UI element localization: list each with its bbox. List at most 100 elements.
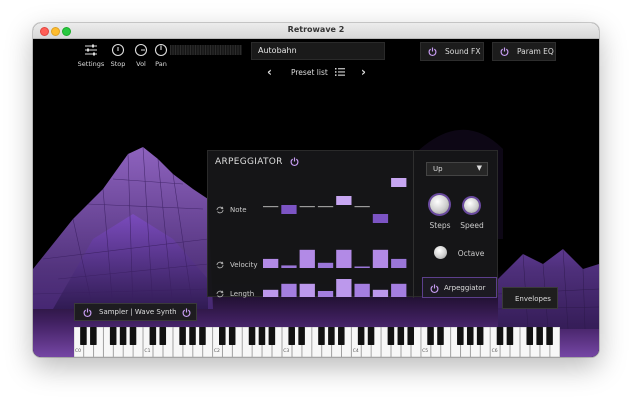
piano-keyboard[interactable]: C0 C1 C2 C3 C4 C5 C6 [73, 326, 560, 357]
preset-name: Autobahn [258, 46, 297, 55]
black-key[interactable] [109, 327, 117, 345]
black-key[interactable] [357, 327, 365, 345]
black-key[interactable] [189, 327, 196, 345]
sound-fx-label: Sound FX [445, 47, 481, 56]
black-key[interactable] [90, 327, 97, 345]
black-key[interactable] [526, 327, 534, 345]
direction-dropdown[interactable]: Up ▼ [426, 162, 488, 176]
length-step-bar[interactable] [281, 283, 297, 297]
note-step-rest[interactable] [354, 206, 370, 208]
black-key[interactable] [397, 327, 405, 345]
octave-label: C2 [213, 349, 220, 354]
black-key[interactable] [129, 327, 137, 345]
settings-label: Settings [77, 60, 105, 68]
black-key[interactable] [387, 327, 395, 345]
black-key[interactable] [338, 327, 345, 345]
note-step-bar[interactable] [281, 205, 297, 214]
black-key[interactable] [437, 327, 444, 345]
velocity-step-bar[interactable] [336, 249, 352, 268]
title-bar: Retrowave 2 [33, 23, 599, 39]
next-preset-chevron-icon[interactable]: › [361, 65, 366, 79]
sliders-icon [85, 44, 97, 56]
param-eq-button[interactable]: Param EQ [492, 42, 556, 61]
note-step-bar[interactable] [336, 196, 352, 205]
length-step-bar[interactable] [372, 289, 389, 297]
sampler-label: Sampler | Wave Synth [99, 308, 177, 316]
black-key[interactable] [457, 327, 464, 345]
note-step-bar[interactable] [372, 214, 389, 223]
length-step-bar[interactable] [299, 283, 315, 297]
level-meter [170, 45, 242, 55]
black-key[interactable] [179, 327, 186, 345]
note-step-bar[interactable] [391, 178, 407, 187]
power-icon[interactable] [182, 308, 191, 317]
dropdown-arrow-icon: ▼ [476, 164, 482, 172]
octave-label: C6 [491, 349, 498, 354]
velocity-step-bar[interactable] [391, 258, 407, 268]
pan-label: Pan [155, 60, 167, 68]
black-key[interactable] [268, 327, 276, 345]
note-step-rest[interactable] [317, 206, 334, 208]
velocity-step-bar[interactable] [317, 262, 334, 268]
velocity-step-bar[interactable] [354, 266, 370, 269]
black-key[interactable] [546, 327, 553, 345]
black-key[interactable] [328, 327, 335, 345]
speed-label: Speed [460, 221, 484, 230]
note-step-rest[interactable] [299, 206, 315, 208]
black-key[interactable] [149, 327, 157, 345]
arpeggiator-step-grid[interactable] [208, 151, 413, 298]
black-key[interactable] [199, 327, 206, 345]
envelopes-tab[interactable]: Envelopes [502, 287, 558, 309]
length-step-bar[interactable] [317, 291, 334, 297]
note-step-rest[interactable] [263, 206, 279, 208]
length-step-bar[interactable] [336, 279, 352, 297]
octave-label: C4 [352, 349, 359, 354]
black-key[interactable] [119, 327, 127, 345]
black-key[interactable] [407, 327, 415, 345]
arpeggiator-tab[interactable]: Arpeggiator [422, 277, 497, 298]
black-key[interactable] [288, 327, 295, 345]
black-key[interactable] [466, 327, 474, 345]
sampler-wave-synth-bar[interactable]: Sampler | Wave Synth [74, 303, 197, 321]
preset-list-label[interactable]: Preset list [291, 68, 328, 77]
octave-label: C1 [144, 349, 151, 354]
octave-label: C3 [283, 349, 290, 354]
black-key[interactable] [248, 327, 256, 345]
black-key[interactable] [228, 327, 236, 345]
arpeggiator-tab-label: Arpeggiator [444, 284, 486, 292]
power-icon[interactable] [83, 308, 92, 317]
black-key[interactable] [80, 327, 87, 345]
black-key[interactable] [476, 327, 484, 345]
speed-knob[interactable] [464, 198, 479, 213]
black-key[interactable] [159, 327, 167, 345]
velocity-step-bar[interactable] [372, 249, 389, 268]
previous-preset-chevron-icon[interactable]: ‹ [267, 65, 272, 79]
steps-knob[interactable] [430, 195, 449, 214]
length-step-bar[interactable] [263, 289, 279, 297]
length-step-bar[interactable] [391, 283, 407, 297]
black-key[interactable] [219, 327, 226, 345]
black-key[interactable] [367, 327, 375, 345]
list-icon[interactable] [335, 68, 345, 76]
black-key[interactable] [318, 327, 325, 345]
velocity-step-bar[interactable] [263, 258, 279, 268]
sound-fx-button[interactable]: Sound FX [420, 42, 484, 61]
preset-navigation: ‹ Preset list › [263, 65, 373, 79]
settings-button[interactable]: Settings [76, 43, 106, 68]
black-key[interactable] [536, 327, 543, 345]
velocity-step-bar[interactable] [299, 249, 315, 268]
length-step-bar[interactable] [354, 283, 370, 297]
black-key[interactable] [506, 327, 514, 345]
black-key[interactable] [298, 327, 305, 345]
arpeggiator-panel: ARPEGGIATOR Note Velocity Length Up ▼ St… [207, 150, 498, 298]
preset-name-field[interactable]: Autobahn [251, 42, 385, 60]
black-key[interactable] [496, 327, 504, 345]
pan-knob-icon [154, 43, 168, 57]
octave-knob[interactable] [434, 246, 447, 259]
app-window: Retrowave 2 Settings Stop Vol Pan Autoba… [33, 23, 599, 357]
velocity-step-bar[interactable] [281, 265, 297, 268]
power-icon [430, 284, 439, 293]
black-key[interactable] [258, 327, 266, 345]
black-key[interactable] [427, 327, 434, 345]
window-title: Retrowave 2 [287, 25, 345, 34]
